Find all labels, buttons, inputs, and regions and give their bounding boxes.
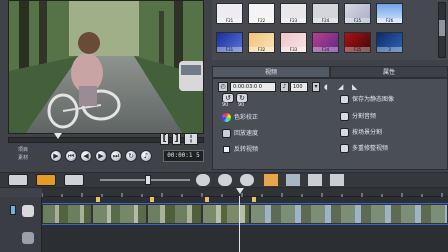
track-lock-icon[interactable]: [10, 205, 16, 215]
multi-trim-label[interactable]: 多重修整视频: [352, 144, 388, 153]
library-thumb[interactable]: 3: [376, 32, 403, 53]
playback-speed-icon[interactable]: [222, 129, 231, 138]
bracket-close-icon[interactable]: ]: [172, 133, 181, 145]
library-thumb[interactable]: F31: [216, 32, 243, 53]
library-thumb[interactable]: F22: [248, 3, 275, 24]
zoom-fit-icon[interactable]: [196, 174, 210, 186]
play-icon[interactable]: ▶: [50, 150, 62, 162]
playhead-line: [239, 196, 240, 252]
overlay-track-icon: [22, 232, 34, 244]
record-icon[interactable]: [264, 174, 278, 186]
scene-marker-icon: [252, 197, 256, 202]
video-clip[interactable]: [147, 204, 202, 224]
home-icon[interactable]: ⏮: [65, 150, 77, 162]
storyboard-view-button[interactable]: [8, 174, 28, 186]
next-frame-icon[interactable]: ▶: [95, 150, 107, 162]
timeline-view-button[interactable]: [36, 174, 56, 186]
speaker-icon[interactable]: ♪: [280, 82, 289, 92]
split-scene-icon[interactable]: [340, 128, 349, 137]
library-thumb[interactable]: F26: [376, 3, 403, 24]
timecode-display[interactable]: 00:00:1 5: [163, 150, 204, 162]
split-clip-icon[interactable]: ¦: [184, 133, 198, 145]
dropdown-arrow-icon[interactable]: ▾: [312, 82, 320, 92]
scene-marker-icon: [205, 197, 209, 202]
video-clip[interactable]: [202, 204, 250, 224]
scene-marker-icon: [96, 197, 100, 202]
save-still-icon[interactable]: [340, 95, 349, 104]
redo-icon[interactable]: [240, 174, 254, 186]
library-thumb[interactable]: F25: [344, 3, 371, 24]
split-audio-label[interactable]: 分割音频: [352, 112, 376, 121]
undo-icon[interactable]: [218, 174, 232, 186]
rotate-left-label: 90: [222, 102, 229, 108]
library-thumb[interactable]: F35: [344, 32, 371, 53]
library-thumb[interactable]: F23: [280, 3, 307, 24]
split-audio-icon[interactable]: [340, 112, 349, 121]
split-scene-label[interactable]: 按场景分割: [352, 128, 382, 137]
library-thumb[interactable]: F24: [312, 3, 339, 24]
clip-selection-bottom: [42, 224, 448, 225]
audio-view-button[interactable]: [64, 174, 84, 186]
reverse-video-label[interactable]: 反转视频: [234, 145, 258, 154]
mode-project-label[interactable]: 项目: [18, 146, 46, 154]
fade-in-icon[interactable]: ◢: [338, 82, 348, 92]
volume-icon[interactable]: ♪: [140, 150, 152, 162]
repeat-icon[interactable]: ↻: [125, 150, 137, 162]
library-thumb[interactable]: F34: [312, 32, 339, 53]
scrub-handle[interactable]: [54, 133, 62, 139]
library-thumb[interactable]: F32: [248, 32, 275, 53]
reverse-video-checkbox[interactable]: [223, 146, 230, 153]
rotate-right-label: 90: [238, 102, 245, 108]
playhead-marker[interactable]: [236, 188, 244, 194]
mode-labels[interactable]: 项目 素材: [18, 146, 46, 162]
video-clip[interactable]: [250, 204, 448, 224]
overlay-track-header: [0, 225, 42, 252]
clip-selection-top: [42, 203, 448, 204]
mixer-icon[interactable]: [308, 174, 322, 186]
end-icon[interactable]: ⏭: [110, 150, 122, 162]
save-still-label[interactable]: 保存为静态图像: [352, 95, 394, 104]
prev-frame-icon[interactable]: ◀: [80, 150, 92, 162]
zoom-slider-handle[interactable]: [145, 175, 151, 185]
tab-properties[interactable]: 属性: [330, 66, 448, 78]
library-thumb[interactable]: F21: [216, 3, 243, 24]
video-track-icon: [22, 205, 34, 217]
video-preview: [8, 0, 204, 134]
library-thumb[interactable]: F33: [280, 32, 307, 53]
playback-speed-label[interactable]: 回放速度: [234, 129, 258, 138]
duration-field[interactable]: 0:00:03:0 0: [230, 82, 276, 92]
multi-trim-icon[interactable]: [340, 144, 349, 153]
tab-video[interactable]: 视频: [212, 66, 330, 78]
auto-music-icon[interactable]: [330, 174, 344, 186]
duration-icon: ◴: [218, 82, 228, 92]
video-clip[interactable]: [42, 204, 92, 224]
timeline-ruler[interactable]: [42, 188, 448, 197]
video-clip[interactable]: [92, 204, 147, 224]
library-scroll-thumb[interactable]: [439, 20, 445, 36]
mute-icon[interactable]: ◖: [324, 82, 334, 92]
color-wheel-icon[interactable]: [222, 113, 231, 122]
color-correction-label[interactable]: 色彩校正: [234, 113, 258, 122]
capture-icon[interactable]: [286, 174, 300, 186]
scene-marker-icon: [150, 197, 154, 202]
mode-clip-label[interactable]: 素材: [18, 154, 46, 162]
volume-field[interactable]: 100: [290, 82, 308, 92]
video-track-header: [0, 197, 42, 225]
fade-out-icon[interactable]: ◣: [352, 82, 362, 92]
bracket-open-icon[interactable]: [: [160, 133, 169, 145]
